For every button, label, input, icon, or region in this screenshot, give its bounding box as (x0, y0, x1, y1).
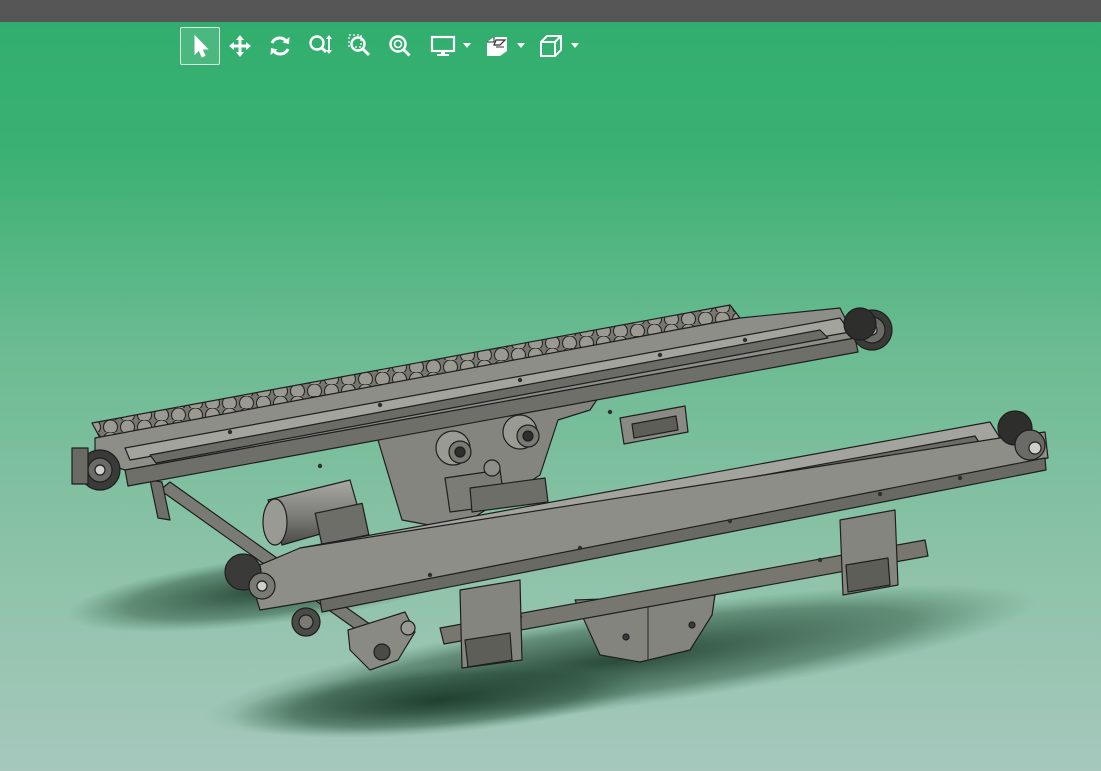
sprocket (71, 447, 121, 491)
idler-roller (435, 430, 472, 466)
conveyor-assembly-model[interactable] (0, 22, 1101, 771)
3d-viewport[interactable] (0, 22, 1101, 771)
motor (262, 479, 370, 546)
title-bar (0, 0, 1101, 22)
